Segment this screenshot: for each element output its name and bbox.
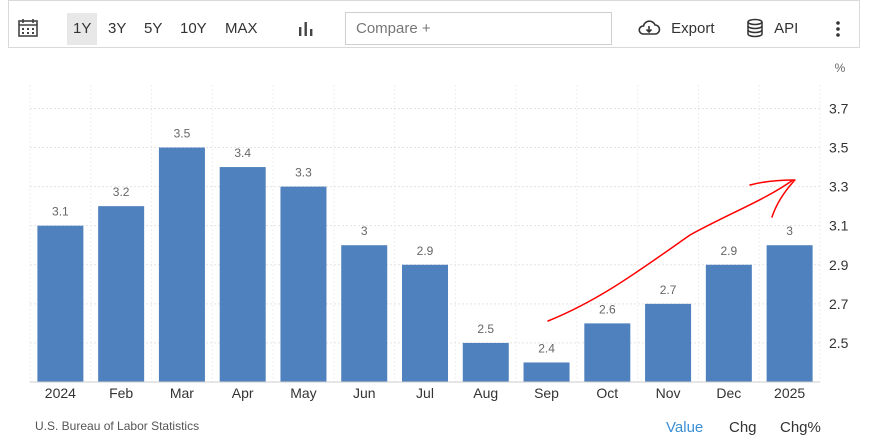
y-tick-label: 3.1 bbox=[829, 218, 849, 234]
bar[interactable] bbox=[341, 245, 388, 382]
bar[interactable] bbox=[645, 303, 692, 382]
data-label: 2.7 bbox=[660, 283, 677, 297]
data-label: 2.9 bbox=[417, 244, 434, 258]
y-tick-label: 3.5 bbox=[829, 140, 849, 156]
red-arrow-annotation bbox=[547, 179, 796, 322]
y-tick-label: 3.3 bbox=[829, 179, 849, 195]
source-label: U.S. Bureau of Labor Statistics bbox=[35, 419, 200, 433]
x-tick-label: Dec bbox=[716, 385, 741, 401]
bar-chart: 3.1 3.2 3.5 3.4 3.3 3 2.9 2.5 2.4 2.6 2.7 2.9 3 2.5 2… bbox=[29, 61, 849, 401]
y-tick-label: 2.5 bbox=[829, 335, 849, 351]
bar[interactable] bbox=[462, 342, 509, 382]
data-label: 3.3 bbox=[295, 166, 312, 180]
bar[interactable] bbox=[584, 323, 631, 382]
x-tick-label: Sep bbox=[534, 385, 559, 401]
x-tick-label: 2025 bbox=[774, 385, 805, 401]
data-label: 2.9 bbox=[721, 244, 738, 258]
bar[interactable] bbox=[705, 264, 752, 382]
x-tick-label: Nov bbox=[656, 385, 681, 401]
y-tick-label: 2.9 bbox=[829, 257, 849, 273]
x-tick-label: May bbox=[290, 385, 316, 401]
value-link[interactable]: Value bbox=[666, 419, 703, 436]
data-label: 3.4 bbox=[234, 146, 251, 160]
bar[interactable] bbox=[402, 264, 448, 382]
bar[interactable] bbox=[523, 362, 570, 382]
x-tick-label: Aug bbox=[473, 385, 498, 401]
bar[interactable] bbox=[158, 147, 205, 382]
x-tick-label: Jul bbox=[416, 385, 434, 401]
data-label: 3.5 bbox=[174, 127, 191, 141]
data-label: 2.6 bbox=[599, 302, 616, 316]
data-label: 3 bbox=[361, 224, 368, 238]
x-tick-label: Apr bbox=[232, 385, 254, 401]
bar[interactable] bbox=[219, 167, 266, 382]
y-tick-label: 3.7 bbox=[829, 100, 849, 116]
bar[interactable] bbox=[98, 206, 145, 382]
bar[interactable] bbox=[280, 186, 327, 382]
data-label: 3.2 bbox=[113, 185, 130, 199]
x-tick-label: 2024 bbox=[45, 385, 76, 401]
x-tick-label: Mar bbox=[170, 385, 194, 401]
x-tick-label: Jun bbox=[353, 385, 376, 401]
data-label: 2.5 bbox=[477, 322, 494, 336]
chg-link[interactable]: Chg bbox=[729, 419, 757, 436]
data-label: 3 bbox=[786, 224, 793, 238]
data-label: 2.4 bbox=[538, 341, 555, 355]
data-label: 3.1 bbox=[52, 205, 69, 219]
bar[interactable] bbox=[37, 225, 84, 382]
x-tick-label: Feb bbox=[109, 385, 133, 401]
y-tick-label: 2.7 bbox=[829, 296, 849, 312]
bar[interactable] bbox=[766, 245, 813, 382]
y-axis-unit: % bbox=[835, 61, 846, 75]
x-tick-label: Oct bbox=[596, 385, 618, 401]
chg-percent-link[interactable]: Chg% bbox=[780, 419, 821, 436]
